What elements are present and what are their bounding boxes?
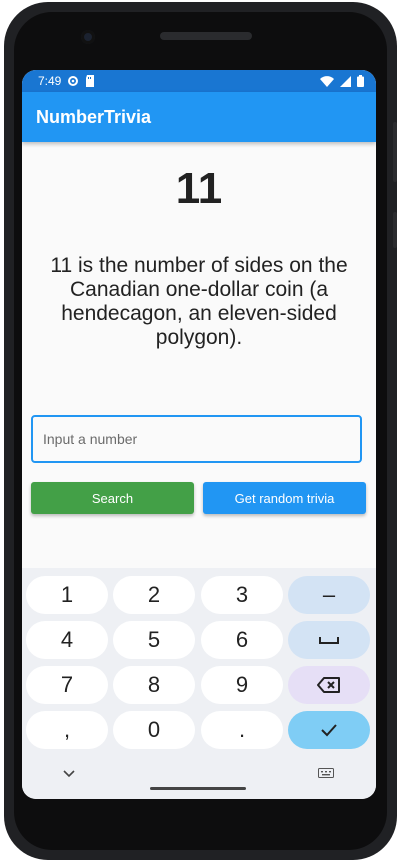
search-button-label: Search bbox=[91, 490, 134, 506]
power-button bbox=[393, 212, 397, 248]
numeric-keyboard: 1 2 3 – 4 5 6 7 8 9 , 0 . bbox=[22, 568, 376, 799]
key-period[interactable]: . bbox=[201, 711, 283, 749]
trivia-number: 11 bbox=[175, 164, 223, 213]
key-6[interactable]: 6 bbox=[201, 621, 283, 659]
number-input[interactable]: Input a number bbox=[31, 415, 362, 463]
done-key[interactable] bbox=[288, 711, 370, 749]
key-7[interactable]: 7 bbox=[26, 666, 108, 704]
search-button[interactable]: Search bbox=[31, 482, 194, 514]
random-trivia-button-label: Get random trivia bbox=[234, 490, 335, 506]
backspace-key[interactable] bbox=[288, 666, 370, 704]
trivia-text: 11 is the number of sides on the Canadia… bbox=[50, 254, 348, 349]
settings-icon bbox=[68, 76, 79, 86]
front-camera bbox=[81, 30, 95, 44]
sd-card-icon bbox=[86, 75, 95, 87]
key-2[interactable]: 2 bbox=[113, 576, 195, 614]
key-0[interactable]: 0 bbox=[113, 711, 195, 749]
earpiece-speaker bbox=[160, 32, 252, 40]
screen: 7:49 NumberTrivia 11 11 is the number of… bbox=[22, 70, 376, 799]
volume-button bbox=[393, 122, 397, 182]
keyboard-bottom-bar bbox=[22, 764, 376, 799]
key-8[interactable]: 8 bbox=[113, 666, 195, 704]
app-bar: NumberTrivia bbox=[22, 92, 376, 142]
checkmark-icon bbox=[321, 724, 337, 737]
status-bar: 7:49 bbox=[22, 70, 376, 92]
number-input-placeholder: Input a number bbox=[43, 431, 138, 447]
status-time: 7:49 bbox=[38, 74, 62, 88]
chevron-down-icon[interactable] bbox=[63, 770, 75, 778]
app-title: NumberTrivia bbox=[36, 106, 152, 127]
wifi-icon bbox=[320, 75, 334, 87]
random-trivia-button[interactable]: Get random trivia bbox=[203, 482, 366, 514]
navigation-handle[interactable] bbox=[150, 787, 246, 790]
space-key[interactable] bbox=[288, 621, 370, 659]
key-comma[interactable]: , bbox=[26, 711, 108, 749]
key-3[interactable]: 3 bbox=[201, 576, 283, 614]
backspace-icon bbox=[317, 677, 340, 693]
key-5[interactable]: 5 bbox=[113, 621, 195, 659]
battery-icon bbox=[357, 75, 364, 87]
space-icon bbox=[319, 637, 339, 644]
keyboard-switch-icon[interactable] bbox=[318, 768, 334, 778]
trivia-content: 11 11 is the number of sides on the Cana… bbox=[22, 142, 376, 568]
cellular-signal-icon bbox=[340, 75, 351, 87]
key-1[interactable]: 1 bbox=[26, 576, 108, 614]
key-9[interactable]: 9 bbox=[201, 666, 283, 704]
key-minus[interactable]: – bbox=[288, 576, 370, 614]
key-4[interactable]: 4 bbox=[26, 621, 108, 659]
